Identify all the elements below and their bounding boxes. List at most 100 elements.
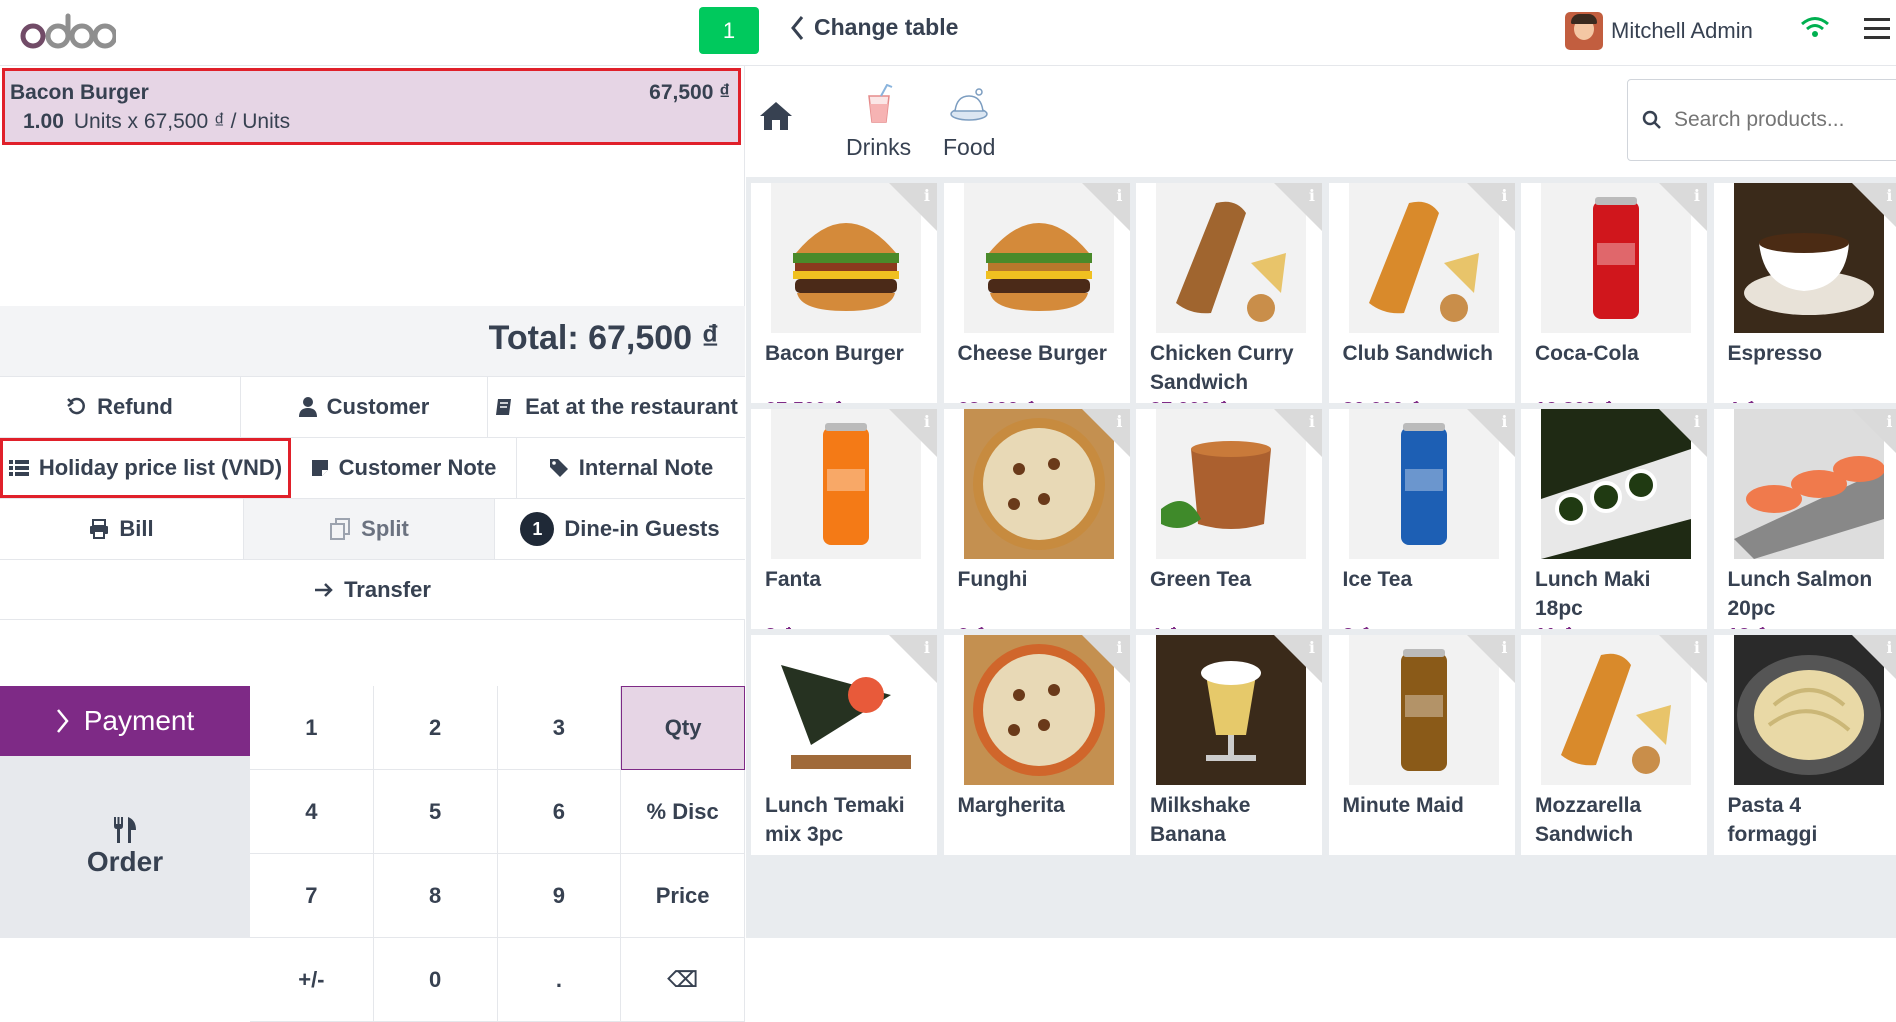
category-drinks[interactable]: Drinks — [846, 84, 911, 161]
numpad-key[interactable]: Qty — [621, 686, 745, 770]
copy-icon — [329, 518, 351, 540]
home-icon[interactable] — [758, 100, 794, 137]
numpad-key[interactable]: 9 — [498, 854, 622, 938]
product-price: 30,600 ₫ — [1343, 399, 1420, 403]
info-icon[interactable]: i — [1694, 186, 1700, 205]
order-line-detail: 1.00Units x 67,500 ₫ / Units — [23, 110, 290, 134]
info-icon[interactable]: i — [1886, 412, 1892, 431]
category-label: Food — [943, 134, 995, 161]
product-card[interactable]: iFunghi6 ₫ — [944, 409, 1130, 629]
total-area: Total: 67,500 ₫ — [0, 306, 745, 376]
numpad-key[interactable]: % Disc — [621, 770, 745, 854]
product-card[interactable]: iLunch Salmon 20pc12 ₫ — [1714, 409, 1896, 629]
chevron-right-icon — [56, 708, 70, 734]
user-name: Mitchell Admin — [1611, 18, 1753, 44]
numpad-key[interactable]: 0 — [374, 938, 498, 1022]
product-card[interactable]: iChicken Curry Sandwich27,000 ₫ — [1136, 183, 1322, 403]
order-line[interactable]: Bacon Burger 67,500 ₫ 1.00Units x 67,500… — [2, 68, 741, 145]
info-icon[interactable]: i — [1694, 412, 1700, 431]
info-icon[interactable]: i — [924, 412, 930, 431]
guests-button[interactable]: 1 Dine-in Guests — [495, 499, 745, 559]
user-menu[interactable]: Mitchell Admin — [1565, 12, 1753, 50]
product-card[interactable]: iPasta 4 formaggi — [1714, 635, 1896, 855]
product-name: Cheese Burger — [958, 339, 1123, 368]
product-price: 63,000 ₫ — [958, 399, 1035, 403]
info-icon[interactable]: i — [1501, 186, 1507, 205]
bill-label: Bill — [119, 516, 153, 542]
numpad-key[interactable]: +/- — [250, 938, 374, 1022]
info-icon[interactable]: i — [1886, 186, 1892, 205]
product-price: 27,000 ₫ — [1150, 399, 1227, 403]
search-box[interactable] — [1627, 79, 1896, 161]
info-icon[interactable]: i — [1116, 412, 1122, 431]
product-card[interactable]: iLunch Temaki mix 3pc — [751, 635, 937, 855]
numpad-key[interactable]: Price — [621, 854, 745, 938]
menu-icon[interactable] — [1864, 18, 1890, 45]
product-name: Funghi — [958, 565, 1123, 594]
info-icon[interactable]: i — [1309, 186, 1315, 205]
info-icon[interactable]: i — [1116, 638, 1122, 657]
pricelist-label: Holiday price list (VND) — [39, 455, 282, 481]
info-icon[interactable]: i — [1694, 638, 1700, 657]
book-icon — [495, 397, 515, 417]
order-label: Order — [87, 846, 163, 878]
user-icon — [299, 397, 317, 417]
order-button[interactable]: Order — [0, 756, 250, 938]
numpad-key[interactable]: 1 — [250, 686, 374, 770]
product-card[interactable]: iMozzarella Sandwich — [1521, 635, 1707, 855]
numpad-key[interactable]: 5 — [374, 770, 498, 854]
product-card[interactable]: iMinute Maid — [1329, 635, 1515, 855]
note-icon — [311, 459, 329, 477]
product-card[interactable]: iIce Tea2 ₫ — [1329, 409, 1515, 629]
info-icon[interactable]: i — [1309, 638, 1315, 657]
search-input[interactable] — [1674, 108, 1874, 132]
info-icon[interactable]: i — [1116, 186, 1122, 205]
product-card[interactable]: iGreen Tea4 ₫ — [1136, 409, 1322, 629]
customer-note-button[interactable]: Customer Note — [291, 438, 517, 498]
info-icon[interactable]: i — [1501, 412, 1507, 431]
info-icon[interactable]: i — [1886, 638, 1892, 657]
refund-button[interactable]: Refund — [0, 377, 241, 437]
eat-in-button[interactable]: Eat at the restaurant — [488, 377, 745, 437]
customer-button[interactable]: Customer — [241, 377, 488, 437]
numpad-key[interactable]: 3 — [498, 686, 622, 770]
numpad-key[interactable]: ⌫ — [621, 938, 745, 1022]
info-icon[interactable]: i — [924, 186, 930, 205]
numpad-key[interactable]: 7 — [250, 854, 374, 938]
transfer-button[interactable]: Transfer — [0, 560, 745, 619]
product-name: Lunch Salmon 20pc — [1728, 565, 1893, 623]
product-card[interactable]: iCoca-Cola19,800 ₫ — [1521, 183, 1707, 403]
info-icon[interactable]: i — [1309, 412, 1315, 431]
product-card[interactable]: iMilkshake Banana — [1136, 635, 1322, 855]
product-price: 67,500 ₫ — [765, 399, 842, 403]
product-card[interactable]: iClub Sandwich30,600 ₫ — [1329, 183, 1515, 403]
product-card[interactable]: iEspresso4 ₫ — [1714, 183, 1896, 403]
pricelist-button[interactable]: Holiday price list (VND) — [0, 438, 291, 498]
numpad-key[interactable]: 8 — [374, 854, 498, 938]
product-card[interactable]: i Cheese Burger 63,000 ₫ — [944, 183, 1130, 403]
bill-button[interactable]: Bill — [0, 499, 244, 559]
numpad-key[interactable]: 4 — [250, 770, 374, 854]
table-number-badge[interactable]: 1 — [699, 7, 759, 54]
info-icon[interactable]: i — [1501, 638, 1507, 657]
split-button[interactable]: Split — [244, 499, 495, 559]
category-food[interactable]: Food — [943, 84, 995, 161]
refund-label: Refund — [97, 394, 173, 420]
numpad-key[interactable]: 2 — [374, 686, 498, 770]
product-name: Margherita — [958, 791, 1123, 820]
product-card[interactable]: iBacon Burger67,500 ₫ — [751, 183, 937, 403]
avatar — [1565, 12, 1603, 50]
order-total: Total: 67,500 ₫ — [489, 319, 719, 358]
product-card[interactable]: i Margherita — [944, 635, 1130, 855]
change-table-button[interactable]: Change table — [790, 14, 958, 41]
numpad-key[interactable]: 6 — [498, 770, 622, 854]
payment-button[interactable]: Payment — [0, 686, 250, 756]
payment-label: Payment — [84, 705, 195, 737]
order-line-qty: 1.00 — [23, 110, 64, 133]
product-price: 4 ₫ — [1728, 399, 1755, 403]
numpad-key[interactable]: . — [498, 938, 622, 1022]
product-card[interactable]: iLunch Maki 18pc11 ₫ — [1521, 409, 1707, 629]
internal-note-button[interactable]: Internal Note — [517, 438, 745, 498]
product-card[interactable]: iFanta2 ₫ — [751, 409, 937, 629]
info-icon[interactable]: i — [924, 638, 930, 657]
